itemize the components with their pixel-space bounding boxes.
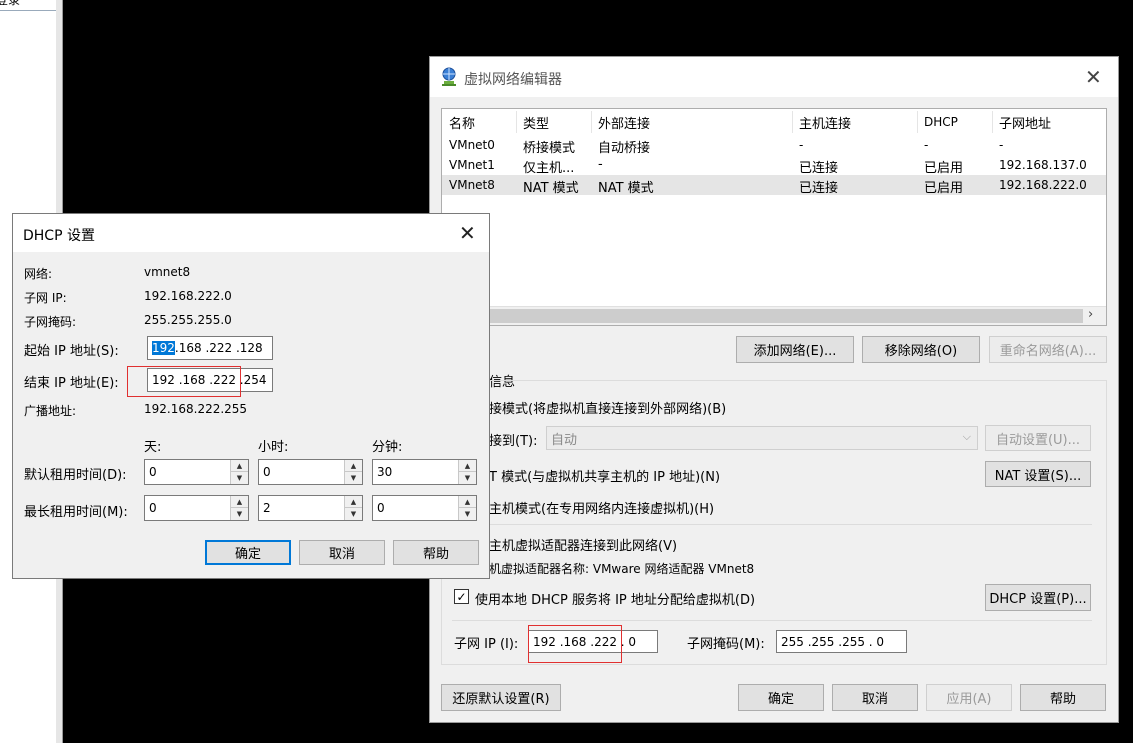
network-globe-icon bbox=[442, 67, 456, 86]
start-ip-label: 起始 IP 地址(S): bbox=[24, 344, 119, 359]
minute-label: 分钟: bbox=[372, 440, 403, 455]
dhcp-settings-dialog: DHCP 设置 ✕ 网络: vmnet8 子网 IP: 192.168.222.… bbox=[12, 213, 490, 579]
vne-ok-button[interactable]: 确定 bbox=[738, 684, 824, 711]
table-row-selected[interactable]: VMnet8 NAT 模式 NAT 模式 已连接 已启用 192.168.222… bbox=[442, 175, 1106, 196]
dhcp-ok-button[interactable]: 确定 bbox=[205, 540, 291, 565]
table-header: 名称 类型 外部连接 主机连接 DHCP 子网地址 bbox=[442, 109, 1106, 135]
end-ip-input[interactable]: 192 .168 .222 .254 bbox=[147, 368, 273, 392]
down-arrow-icon[interactable]: ▼ bbox=[345, 508, 362, 520]
default-lease-hours-input[interactable]: 0 ▲ ▼ bbox=[258, 459, 363, 485]
column-external[interactable]: 外部连接 bbox=[598, 113, 650, 132]
minutes-stepper[interactable]: ▲ ▼ bbox=[458, 496, 476, 520]
dhcp-help-button[interactable]: 帮助 bbox=[393, 540, 479, 565]
column-host[interactable]: 主机连接 bbox=[799, 113, 851, 132]
bridged-to-select[interactable]: 自动 ⌵ bbox=[546, 426, 978, 450]
background-divider bbox=[0, 10, 56, 11]
network-table: 名称 类型 外部连接 主机连接 DHCP 子网地址 VMnet0 桥接模式 自动… bbox=[441, 108, 1107, 326]
hour-label: 小时: bbox=[258, 440, 289, 455]
rename-network-button[interactable]: 重命名网络(A)... bbox=[989, 336, 1107, 363]
up-arrow-icon[interactable]: ▲ bbox=[459, 496, 476, 508]
column-name[interactable]: 名称 bbox=[449, 113, 475, 132]
add-network-button[interactable]: 添加网络(E)... bbox=[736, 336, 854, 363]
bridged-to-label: 接到(T): bbox=[489, 434, 538, 449]
connect-adapter-checkbox-label[interactable]: 主机虚拟适配器连接到此网络(V) bbox=[489, 535, 677, 554]
dhcp-title-bar: DHCP 设置 ✕ bbox=[13, 214, 489, 252]
column-subnet[interactable]: 子网地址 bbox=[999, 113, 1051, 132]
chevron-down-icon: ⌵ bbox=[962, 430, 971, 443]
down-arrow-icon[interactable]: ▼ bbox=[345, 472, 362, 484]
nat-settings-button[interactable]: NAT 设置(S)... bbox=[985, 461, 1091, 487]
day-label: 天: bbox=[144, 440, 162, 455]
dhcp-subnet-ip-value: 192.168.222.0 bbox=[144, 289, 232, 303]
background-text: 登录 bbox=[0, 0, 21, 7]
down-arrow-icon[interactable]: ▼ bbox=[231, 508, 248, 520]
up-arrow-icon[interactable]: ▲ bbox=[459, 460, 476, 472]
host-only-radio-label[interactable]: 主机模式(在专用网络内连接虚拟机)(H) bbox=[489, 498, 714, 517]
default-lease-label: 默认租用时间(D): bbox=[24, 468, 127, 483]
restore-defaults-button[interactable]: 还原默认设置(R) bbox=[441, 684, 561, 711]
horizontal-scrollbar[interactable]: › bbox=[442, 306, 1106, 325]
down-arrow-icon[interactable]: ▼ bbox=[459, 472, 476, 484]
up-arrow-icon[interactable]: ▲ bbox=[345, 460, 362, 472]
days-stepper[interactable]: ▲ ▼ bbox=[230, 460, 248, 484]
dhcp-close-icon[interactable]: ✕ bbox=[459, 221, 476, 245]
bridged-mode-radio-label[interactable]: 接模式(将虚拟机直接连接到外部网络)(B) bbox=[489, 398, 726, 417]
start-ip-input[interactable]: 192 .168 .222 .128 bbox=[147, 336, 273, 360]
vne-cancel-button[interactable]: 取消 bbox=[832, 684, 918, 711]
vne-close-icon[interactable]: ✕ bbox=[1085, 65, 1102, 89]
start-ip-selected-octet: 192 bbox=[152, 341, 175, 355]
column-dhcp[interactable]: DHCP bbox=[924, 115, 958, 129]
up-arrow-icon[interactable]: ▲ bbox=[231, 460, 248, 472]
broadcast-value: 192.168.222.255 bbox=[144, 402, 248, 416]
column-type[interactable]: 类型 bbox=[523, 113, 549, 132]
dhcp-cancel-button[interactable]: 取消 bbox=[299, 540, 385, 565]
network-label: 网络: bbox=[24, 267, 53, 281]
broadcast-label: 广播地址: bbox=[24, 404, 77, 418]
up-arrow-icon[interactable]: ▲ bbox=[345, 496, 362, 508]
vne-help-button[interactable]: 帮助 bbox=[1020, 684, 1106, 711]
end-ip-label: 结束 IP 地址(E): bbox=[24, 376, 119, 391]
info-group-box bbox=[441, 380, 1107, 665]
scrollbar-thumb[interactable] bbox=[442, 309, 1083, 323]
network-value: vmnet8 bbox=[144, 265, 191, 279]
subnet-ip-input[interactable]: 192 .168 .222 . 0 bbox=[528, 630, 658, 653]
remove-network-button[interactable]: 移除网络(O) bbox=[862, 336, 980, 363]
info-divider bbox=[452, 524, 1092, 525]
dhcp-checkbox-label[interactable]: 使用本地 DHCP 服务将 IP 地址分配给虚拟机(D) bbox=[475, 589, 755, 608]
down-arrow-icon[interactable]: ▼ bbox=[459, 508, 476, 520]
default-lease-days-input[interactable]: 0 ▲ ▼ bbox=[144, 459, 249, 485]
max-lease-label: 最长租用时间(M): bbox=[24, 505, 128, 520]
max-lease-days-input[interactable]: 0 ▲ ▼ bbox=[144, 495, 249, 521]
table-row[interactable]: VMnet0 桥接模式 自动桥接 - - - bbox=[442, 135, 1106, 156]
vne-title: 虚拟网络编辑器 bbox=[464, 72, 562, 88]
nat-mode-radio-label[interactable]: T 模式(与虚拟机共享主机的 IP 地址)(N) bbox=[489, 466, 720, 485]
subnet-ip-label: 子网 IP (I): bbox=[454, 637, 519, 652]
days-stepper[interactable]: ▲ ▼ bbox=[230, 496, 248, 520]
vne-apply-button[interactable]: 应用(A) bbox=[926, 684, 1012, 711]
dhcp-settings-button[interactable]: DHCP 设置(P)... bbox=[985, 584, 1091, 611]
vne-title-bar: 虚拟网络编辑器 ✕ bbox=[430, 57, 1118, 97]
dhcp-title: DHCP 设置 bbox=[23, 228, 95, 244]
dhcp-subnet-mask-label: 子网掩码: bbox=[24, 315, 77, 329]
virtual-network-editor-window: 虚拟网络编辑器 ✕ 名称 类型 外部连接 主机连接 DHCP 子网地址 VMne… bbox=[429, 56, 1119, 723]
hours-stepper[interactable]: ▲ ▼ bbox=[344, 460, 362, 484]
scroll-right-icon[interactable]: › bbox=[1088, 307, 1093, 322]
info-divider-2 bbox=[452, 620, 1092, 621]
dhcp-subnet-ip-label: 子网 IP: bbox=[24, 291, 67, 305]
minutes-stepper[interactable]: ▲ ▼ bbox=[458, 460, 476, 484]
adapter-name-text: 机虚拟适配器名称: VMware 网络适配器 VMnet8 bbox=[489, 562, 755, 576]
default-lease-minutes-input[interactable]: 30 ▲ ▼ bbox=[372, 459, 477, 485]
subnet-mask-input[interactable]: 255 .255 .255 . 0 bbox=[776, 630, 907, 653]
down-arrow-icon[interactable]: ▼ bbox=[231, 472, 248, 484]
dhcp-checkbox[interactable]: ✓ bbox=[454, 589, 469, 604]
up-arrow-icon[interactable]: ▲ bbox=[231, 496, 248, 508]
subnet-mask-label: 子网掩码(M): bbox=[687, 637, 765, 652]
max-lease-hours-input[interactable]: 2 ▲ ▼ bbox=[258, 495, 363, 521]
max-lease-minutes-input[interactable]: 0 ▲ ▼ bbox=[372, 495, 477, 521]
auto-settings-button[interactable]: 自动设置(U)... bbox=[985, 425, 1091, 451]
dhcp-subnet-mask-value: 255.255.255.0 bbox=[144, 313, 232, 327]
table-row[interactable]: VMnet1 仅主机... - 已连接 已启用 192.168.137.0 bbox=[442, 155, 1106, 176]
hours-stepper[interactable]: ▲ ▼ bbox=[344, 496, 362, 520]
